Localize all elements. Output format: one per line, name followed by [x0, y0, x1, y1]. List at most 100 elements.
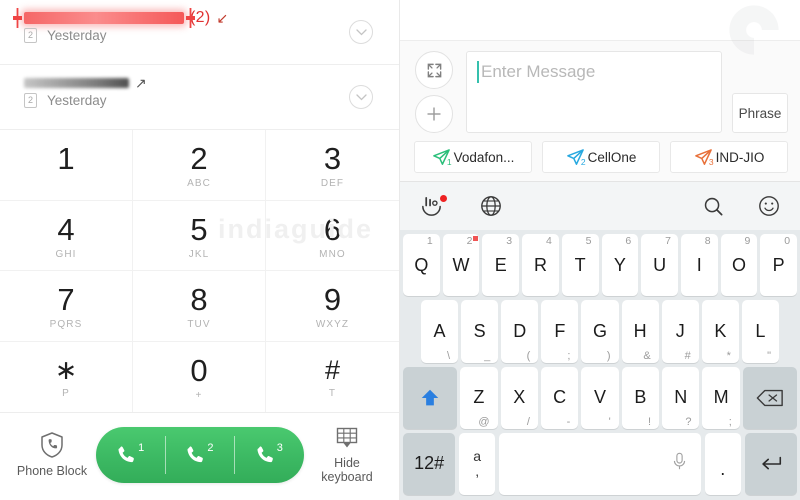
dialpad-digit: 5 [190, 211, 208, 247]
dialpad-digit: 6 [323, 211, 342, 247]
send-sim1-button[interactable]: 1 Vodafon... [414, 141, 532, 173]
call-sim-index: 2 [207, 441, 214, 454]
dialpad-key-1[interactable]: 1 [0, 130, 133, 201]
key-x[interactable]: X / [500, 366, 538, 429]
period-key[interactable]: . [704, 432, 741, 495]
handwriting-button[interactable] [414, 189, 448, 223]
key-b[interactable]: B! [621, 366, 660, 429]
key-v[interactable]: V ' [581, 366, 619, 429]
expand-entry-button[interactable] [349, 85, 373, 109]
key-label: E [494, 254, 507, 275]
key-alt: # [684, 349, 691, 362]
key-i[interactable]: 8I [680, 234, 718, 297]
key-alt: ; [567, 349, 571, 362]
key-r[interactable]: 4R [522, 234, 559, 297]
key-u[interactable]: 7U [641, 234, 678, 297]
phone-block-button[interactable]: Phone Block [10, 431, 94, 478]
call-button-sim3[interactable]: 3 [234, 427, 303, 483]
chevron-down-icon [355, 93, 367, 100]
key-e[interactable]: 3E [482, 234, 520, 297]
key-f[interactable]: F; [541, 300, 579, 363]
send-sim-index: 2 [580, 156, 586, 167]
key-c[interactable]: C- [540, 366, 579, 429]
enter-key[interactable] [744, 432, 797, 495]
key-alt: ( [526, 349, 531, 362]
keyboard-toolbar [400, 182, 800, 230]
space-key[interactable] [499, 432, 701, 495]
send-sim2-button[interactable]: 2 CellOne [542, 141, 660, 173]
call-log-entry[interactable]: (2) ↙ 2 Yesterday [0, 0, 399, 65]
key-label: U [653, 254, 667, 275]
sim-send-buttons: 1 Vodafon... 2 CellOne 3 IND-JIO [412, 141, 788, 173]
expand-entry-button[interactable] [349, 20, 373, 44]
emoji-button[interactable] [752, 189, 786, 223]
dialpad-key-6[interactable]: 6 MNO [266, 201, 399, 271]
plus-icon [427, 107, 441, 121]
phrase-button[interactable]: Phrase [732, 93, 788, 133]
send-sim3-button[interactable]: 3 IND-JIO [670, 141, 788, 173]
call-log-entry[interactable]: ↗ 2 Yesterday [0, 65, 399, 130]
notification-dot [440, 195, 447, 202]
key-y[interactable]: 6Y [601, 234, 639, 297]
key-a[interactable]: A \ [421, 300, 459, 363]
add-attachment-button[interactable] [415, 95, 453, 133]
call-button-sim2[interactable]: 2 [164, 427, 234, 483]
redacted-number [24, 78, 129, 88]
dialpad-letters: T [328, 388, 337, 400]
dialpad-key-4[interactable]: 4 GHI [0, 200, 133, 271]
send-plane-icon: 3 [694, 148, 714, 167]
chevron-down-icon [355, 28, 367, 35]
emoji-icon [759, 196, 779, 216]
key-label: W [452, 254, 470, 275]
dialpad-key-hash[interactable]: # T [266, 342, 399, 413]
backspace-icon [756, 389, 783, 406]
key-alt: ? [685, 415, 692, 428]
message-input[interactable]: Enter Message [466, 51, 722, 133]
key-alt: 5 [585, 235, 592, 247]
dialpad-key-7[interactable]: 7 PQRS [0, 271, 133, 342]
key-k[interactable]: K * [701, 300, 739, 363]
dialpad-digit: 2 [190, 141, 208, 177]
dialpad-key-3[interactable]: 3 DEF [266, 130, 399, 201]
key-d[interactable]: D( [501, 300, 539, 363]
key-q[interactable]: 1Q [403, 234, 440, 297]
dialpad-letters: + [195, 390, 203, 402]
language-key[interactable]: a , [459, 432, 496, 495]
call-button-sim1[interactable]: 1 [96, 427, 165, 483]
key-g[interactable]: G) [581, 300, 619, 363]
dialpad-key-2[interactable]: 2 ABC [133, 130, 266, 201]
dialpad-key-8[interactable]: 8 TUV [133, 271, 266, 342]
key-w[interactable]: 2W [442, 234, 480, 297]
key-j[interactable]: J # [661, 300, 699, 363]
key-p[interactable]: 0P [760, 234, 798, 297]
key-o[interactable]: 9O [720, 234, 758, 297]
key-s[interactable]: S _ [461, 300, 499, 363]
dialpad-letters: MNO [319, 248, 346, 260]
dialpad-key-9[interactable]: 9 WXYZ [266, 271, 399, 342]
hide-keyboard-label-line1: Hide [334, 455, 360, 470]
key-h[interactable]: H & [621, 300, 659, 363]
key-alt: ' [608, 415, 611, 428]
shift-key[interactable] [403, 366, 458, 429]
dialpad-letters: WXYZ [315, 319, 350, 331]
hide-keyboard-button[interactable]: Hide keyboard [305, 426, 389, 484]
language-globe-button[interactable] [474, 189, 508, 223]
shield-phone-icon [41, 432, 63, 458]
keyboard-search-button[interactable] [696, 189, 730, 223]
microphone-icon[interactable] [672, 452, 687, 476]
dialpad-key-0[interactable]: 0 + [133, 341, 266, 412]
key-alt: ; [728, 415, 732, 428]
call-sim-index: 1 [138, 441, 145, 454]
dialpad-key-5[interactable]: 5 JKL [133, 200, 266, 271]
key-l[interactable]: L " [741, 300, 779, 363]
expand-button[interactable] [415, 51, 453, 89]
key-alt: 1 [426, 235, 433, 247]
key-n[interactable]: N? [662, 366, 700, 429]
backspace-key[interactable] [742, 366, 797, 429]
dialpad-key-star[interactable]: ∗ P [0, 341, 133, 412]
symbols-key[interactable]: 12# [403, 432, 456, 495]
phone-call-icon [187, 445, 204, 462]
key-m[interactable]: M; [702, 366, 740, 429]
key-z[interactable]: Z @ [460, 366, 498, 429]
key-t[interactable]: 5T [561, 234, 599, 297]
